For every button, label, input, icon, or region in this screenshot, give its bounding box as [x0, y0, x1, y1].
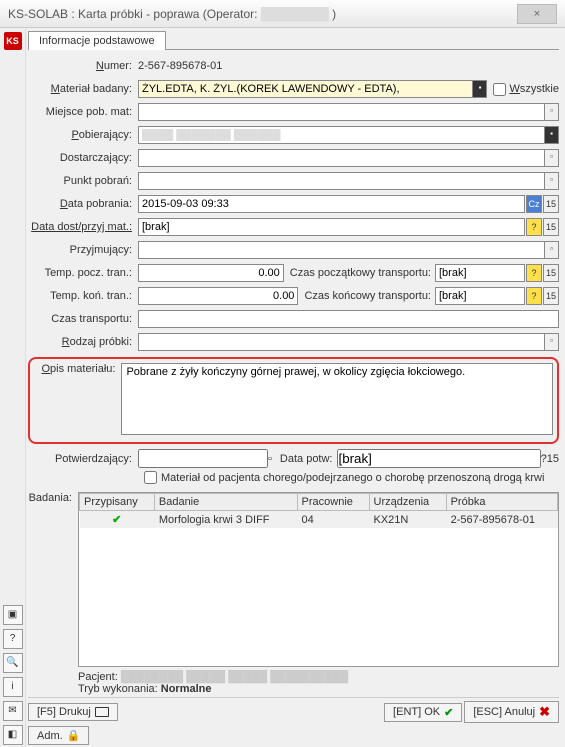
tab-bar: Informacje podstawowe [28, 30, 559, 50]
label-numer: NNumer:umer: [28, 60, 138, 72]
label-czaspocz: Czas początkowy transportu: [284, 267, 435, 279]
label-czaskon: Czas końcowy transportu: [298, 290, 435, 302]
th-pracownie[interactable]: Pracownie [297, 494, 369, 511]
dostarczajacy-field[interactable] [138, 149, 545, 167]
label-datapotw: Data potw: [280, 453, 333, 465]
datadost-warn-btn[interactable]: ? [526, 218, 542, 236]
datapob-cal2-btn[interactable]: 15 [543, 195, 559, 213]
tab-info[interactable]: Informacje podstawowe [28, 31, 166, 50]
th-przypisany[interactable]: Przypisany [80, 494, 155, 511]
label-opis: Opis materiału: [30, 363, 121, 375]
czastrans-field[interactable] [138, 310, 559, 328]
label-material: Materiał badany: [28, 83, 138, 95]
rodzaj-dropdown[interactable]: ▫ [545, 333, 559, 351]
label-dostarczajacy: Dostarczający: [28, 152, 138, 164]
footer-info: Pacjent: ████████ █████ █████ ██████████… [78, 671, 559, 695]
numer-value: 2-567-895678-01 [138, 60, 222, 72]
print-icon [95, 707, 109, 717]
tempkon-field[interactable] [138, 287, 298, 305]
temppocz-field[interactable] [138, 264, 284, 282]
label-tempkon: Temp. koń. tran.: [28, 290, 138, 302]
miejsce-field[interactable] [138, 103, 545, 121]
adm-button[interactable]: Adm. 🔒 [28, 726, 89, 745]
dostarczajacy-dropdown[interactable]: ▫ [545, 149, 559, 167]
cell-probka: 2-567-895678-01 [446, 511, 557, 529]
rail-info-icon[interactable]: i [3, 677, 23, 697]
th-urzadzenia[interactable]: Urządzenia [369, 494, 446, 511]
rail-btn-1[interactable]: ▣ [3, 605, 23, 625]
czaskon-field[interactable] [435, 287, 525, 305]
cell-badanie: Morfologia krwi 3 DIFF [154, 511, 297, 529]
opis-field[interactable]: Pobrane z żyły kończyny górnej prawej, w… [121, 363, 553, 435]
cell-pracownie: 04 [297, 511, 369, 529]
rail-search-icon[interactable]: 🔍 [3, 653, 23, 673]
datadost-cal-btn[interactable]: 15 [543, 218, 559, 236]
badania-table: Przypisany Badanie Pracownie Urządzenia … [78, 492, 559, 667]
potwierdzajacy-dropdown[interactable]: ▫ [268, 453, 272, 465]
rail-btn-6[interactable]: ◧ [3, 725, 23, 745]
przyjmujacy-field[interactable] [138, 241, 545, 259]
pobierajacy-field[interactable] [138, 126, 545, 144]
rail-help-icon[interactable]: ? [3, 629, 23, 649]
label-temppocz: Temp. pocz. tran.: [28, 267, 138, 279]
datapob-field[interactable] [138, 195, 525, 213]
left-rail: KS ▣ ? 🔍 i ✉ ◧ [0, 28, 26, 747]
label-rodzaj: Rodzaj próbki: [28, 336, 138, 348]
cell-check: ✔ [80, 511, 155, 529]
th-badanie[interactable]: Badanie [154, 494, 297, 511]
rail-mail-icon[interactable]: ✉ [3, 701, 23, 721]
matchory-checkbox[interactable] [144, 471, 157, 484]
label-punkt: Punkt pobrań: [28, 175, 138, 187]
czaspocz-cal-btn[interactable]: 15 [543, 264, 559, 282]
titlebar: KS-SOLAB : Karta próbki - poprawa (Opera… [0, 0, 565, 28]
opis-highlight: Opis materiału: Pobrane z żyły kończyny … [28, 357, 559, 444]
wszystkie-label: Wszystkie [509, 83, 559, 95]
miejsce-dropdown[interactable]: ▫ [545, 103, 559, 121]
datapob-cal-btn[interactable]: Cz [526, 195, 542, 213]
window-title: KS-SOLAB : Karta próbki - poprawa (Opera… [8, 7, 517, 21]
label-potwierdzajacy: Potwierdzający: [28, 453, 138, 465]
datadost-field[interactable] [138, 218, 525, 236]
anuluj-button[interactable]: [ESC] Anuluj ✖ [464, 701, 559, 723]
pobierajacy-dropdown[interactable]: ▪ [545, 126, 559, 144]
czaspocz-field[interactable] [435, 264, 525, 282]
cell-urzadzenia: KX21N [369, 511, 446, 529]
material-dropdown[interactable]: ▪ [473, 80, 487, 98]
przyjmujacy-dropdown[interactable]: ▫ [545, 241, 559, 259]
check-icon: ✔ [444, 706, 453, 719]
matchory-label: Materiał od pacjenta chorego/podejrzaneg… [161, 472, 544, 484]
lock-icon: 🔒 [67, 729, 81, 742]
wszystkie-checkbox[interactable] [493, 83, 506, 96]
datapotw-cal-btn[interactable]: 15 [547, 453, 559, 465]
table-row[interactable]: ✔ Morfologia krwi 3 DIFF 04 KX21N 2-567-… [80, 511, 558, 529]
punkt-dropdown[interactable]: ▫ [545, 172, 559, 190]
czaspocz-warn-btn[interactable]: ? [526, 264, 542, 282]
punkt-field[interactable] [138, 172, 545, 190]
czaskon-cal-btn[interactable]: 15 [543, 287, 559, 305]
label-przyjmujacy: Przyjmujący: [28, 244, 138, 256]
rodzaj-field[interactable] [138, 333, 545, 351]
material-field[interactable] [138, 80, 473, 98]
label-miejsce: Miejsce pob. mat: [28, 106, 138, 118]
button-bar: [F5] Drukuj [ENT] OK ✔ [ESC] Anuluj ✖ [28, 697, 559, 723]
close-button[interactable]: × [517, 4, 557, 24]
czaskon-warn-btn[interactable]: ? [526, 287, 542, 305]
datapotw-field[interactable] [337, 449, 541, 468]
app-logo: KS [4, 32, 22, 50]
drukuj-button[interactable]: [F5] Drukuj [28, 703, 118, 721]
label-badania: Badania: [28, 492, 78, 667]
ok-button[interactable]: [ENT] OK ✔ [384, 703, 462, 722]
x-icon: ✖ [539, 704, 550, 720]
label-datadost: Data dost/przyj mat.: [28, 221, 138, 233]
label-czastrans: Czas transportu: [28, 313, 138, 325]
potwierdzajacy-field[interactable] [138, 449, 268, 468]
label-datapob: Data pobrania: [28, 198, 138, 210]
label-pobierajacy: Pobierający: [28, 129, 138, 141]
th-probka[interactable]: Próbka [446, 494, 557, 511]
